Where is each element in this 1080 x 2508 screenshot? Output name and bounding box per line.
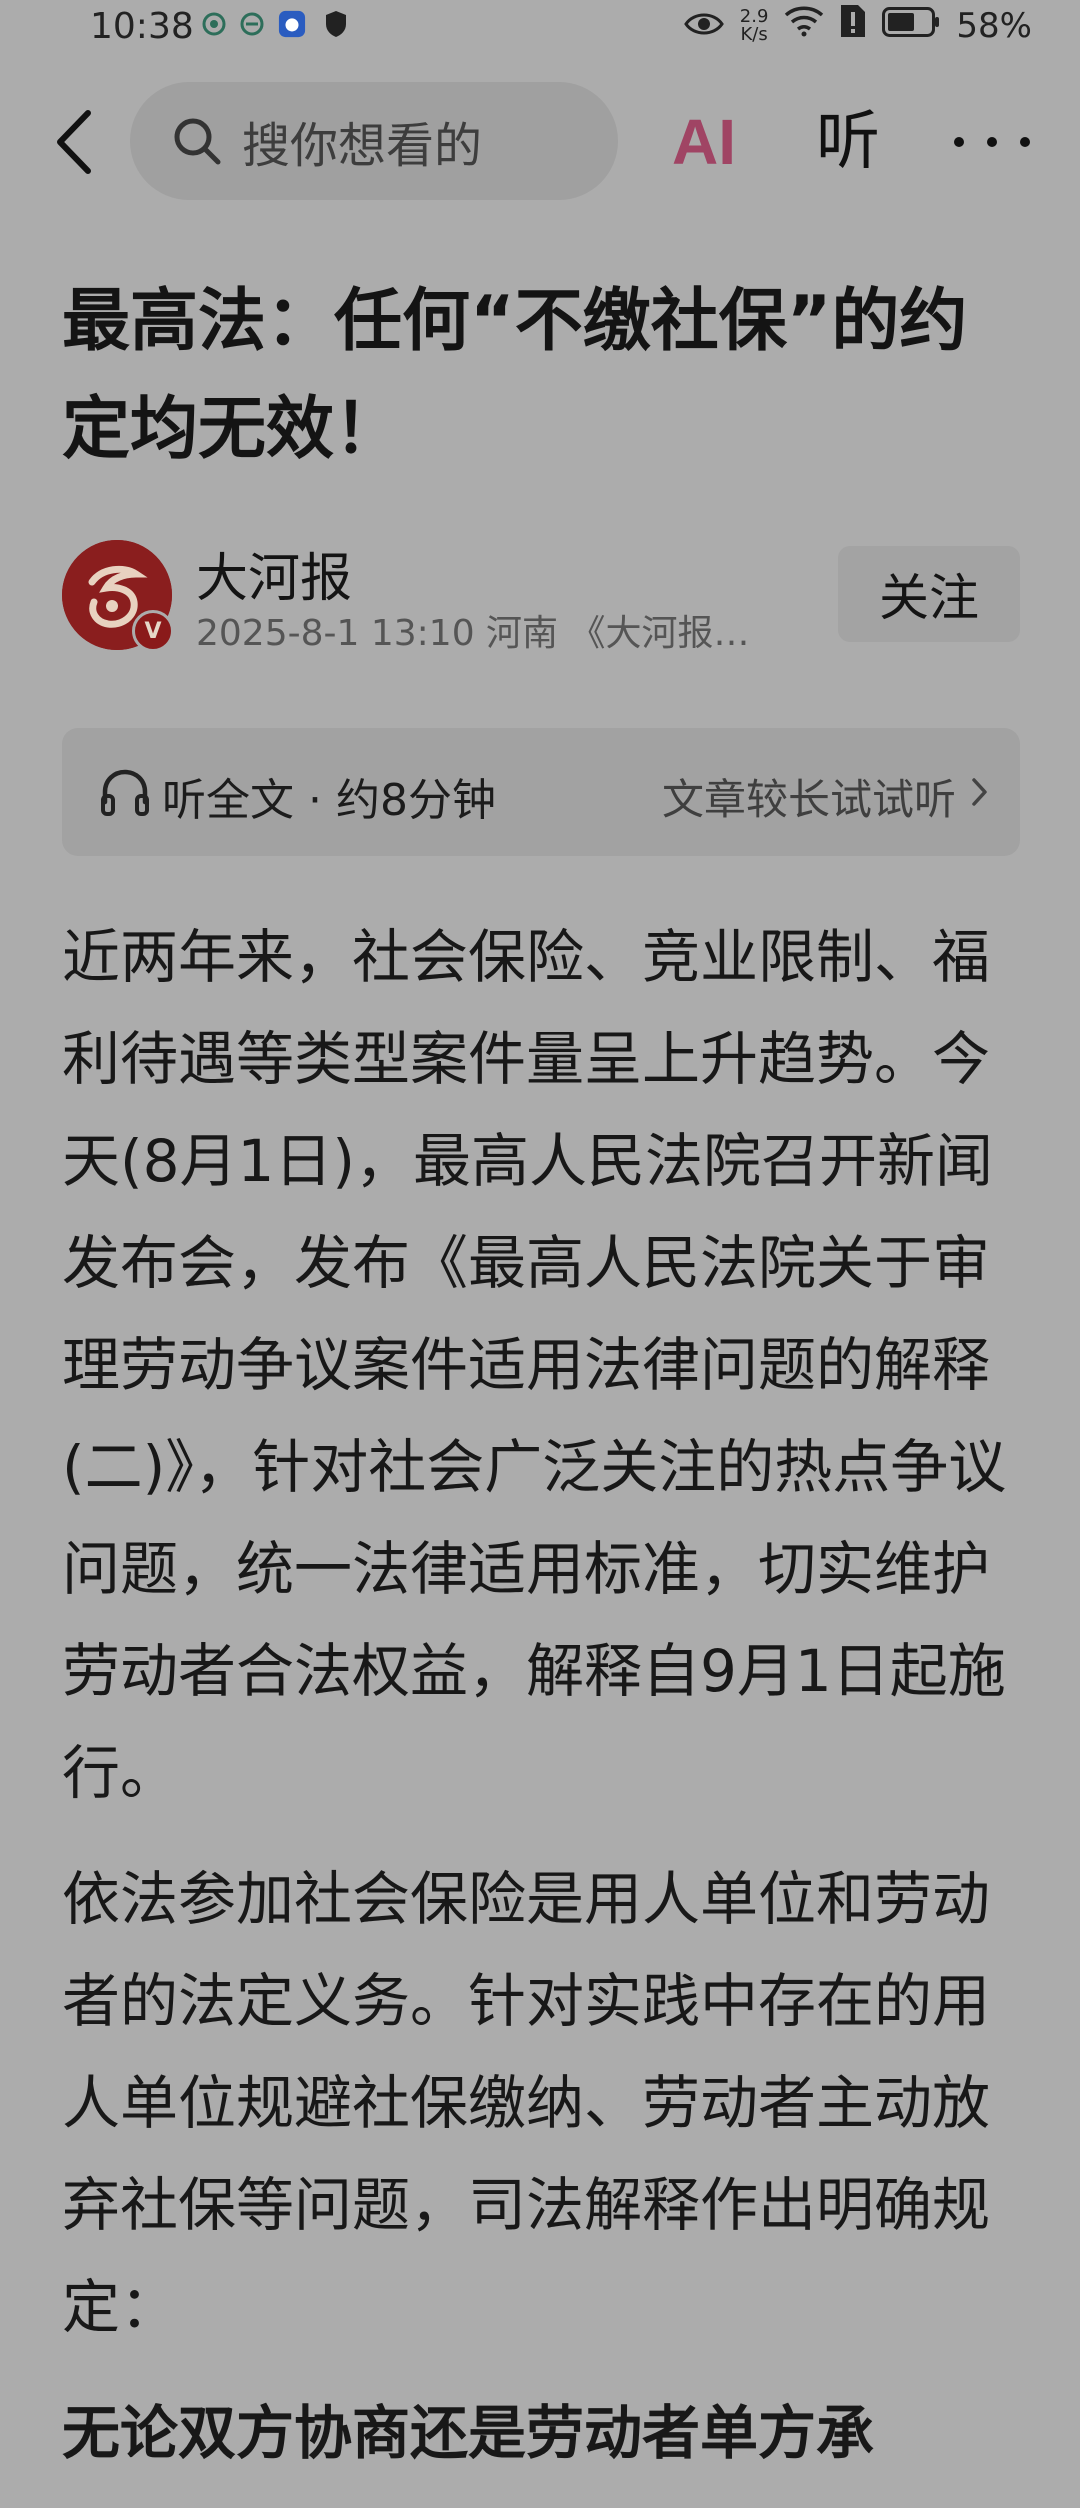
signal-app-icon bbox=[200, 10, 228, 38]
search-icon bbox=[170, 114, 224, 168]
follow-button[interactable]: 关注 bbox=[838, 546, 1020, 642]
article-body: 近两年来，社会保险、竞业限制、福利待遇等类型案件量呈上升趋势。今天(8月1日)，… bbox=[62, 906, 1022, 2508]
headphone-icon bbox=[101, 769, 149, 816]
status-bar: 10:38 2.9 K/s 58% bbox=[0, 0, 1080, 56]
article-paragraph: 近两年来，社会保险、竞业限制、福利待遇等类型案件量呈上升趋势。今天(8月1日)，… bbox=[62, 923, 1007, 1807]
search-placeholder: 搜你想看的 bbox=[242, 118, 483, 174]
author-name[interactable]: 大河报 bbox=[196, 536, 352, 611]
status-right: 2.9 K/s 58% bbox=[683, 4, 1032, 47]
shield-icon bbox=[322, 10, 350, 38]
ai-button[interactable]: AI bbox=[672, 104, 748, 180]
more-dot-icon bbox=[1020, 137, 1030, 147]
battery-icon bbox=[882, 6, 940, 46]
back-button[interactable] bbox=[44, 104, 104, 180]
messaging-app-icon bbox=[238, 10, 266, 38]
wifi-icon bbox=[784, 5, 824, 46]
chevron-left-icon bbox=[57, 110, 91, 174]
search-box[interactable]: 搜你想看的 bbox=[130, 82, 618, 200]
article-title: 最高法：任何“不缴社保”的约定均无效！ bbox=[62, 282, 968, 469]
net-speed: 2.9 K/s bbox=[739, 5, 769, 45]
more-dot-icon bbox=[987, 137, 997, 147]
net-speed-unit: K/s bbox=[740, 23, 768, 45]
sim-alert-icon bbox=[840, 4, 866, 47]
more-dot-icon bbox=[954, 137, 964, 147]
net-speed-value: 2.9 bbox=[739, 5, 769, 27]
chevron-right-icon bbox=[972, 778, 987, 806]
author-avatar[interactable]: V bbox=[62, 540, 174, 652]
more-button[interactable] bbox=[954, 102, 1030, 182]
top-nav: 搜你想看的 AI 听 bbox=[0, 80, 1080, 204]
app-notification-icon bbox=[278, 10, 306, 38]
status-time: 10:38 bbox=[90, 6, 194, 47]
listen-button[interactable]: 听 bbox=[816, 102, 880, 182]
eye-icon bbox=[683, 6, 724, 46]
article-paragraph: 依法参加社会保险是用人单位和劳动者的法定义务。针对实践中存在的用人单位规避社保缴… bbox=[62, 1865, 991, 2341]
author-meta: 2025-8-1 13:10 河南 《大河报… bbox=[196, 613, 750, 654]
battery-percent: 58% bbox=[956, 5, 1032, 46]
author-row: V 大河报 2025-8-1 13:10 河南 《大河报… 关注 bbox=[62, 536, 1020, 656]
article-paragraph-bold: 无论双方协商还是劳动者单方承 bbox=[62, 2399, 875, 2467]
listen-full-text-label: 听全文 · 约8分钟 bbox=[162, 775, 496, 826]
listen-hint: 文章较长试试听 bbox=[661, 775, 956, 824]
verified-badge-icon: V bbox=[132, 610, 174, 652]
listen-full-text-bar[interactable]: 听全文 · 约8分钟 文章较长试试听 bbox=[62, 728, 1020, 856]
